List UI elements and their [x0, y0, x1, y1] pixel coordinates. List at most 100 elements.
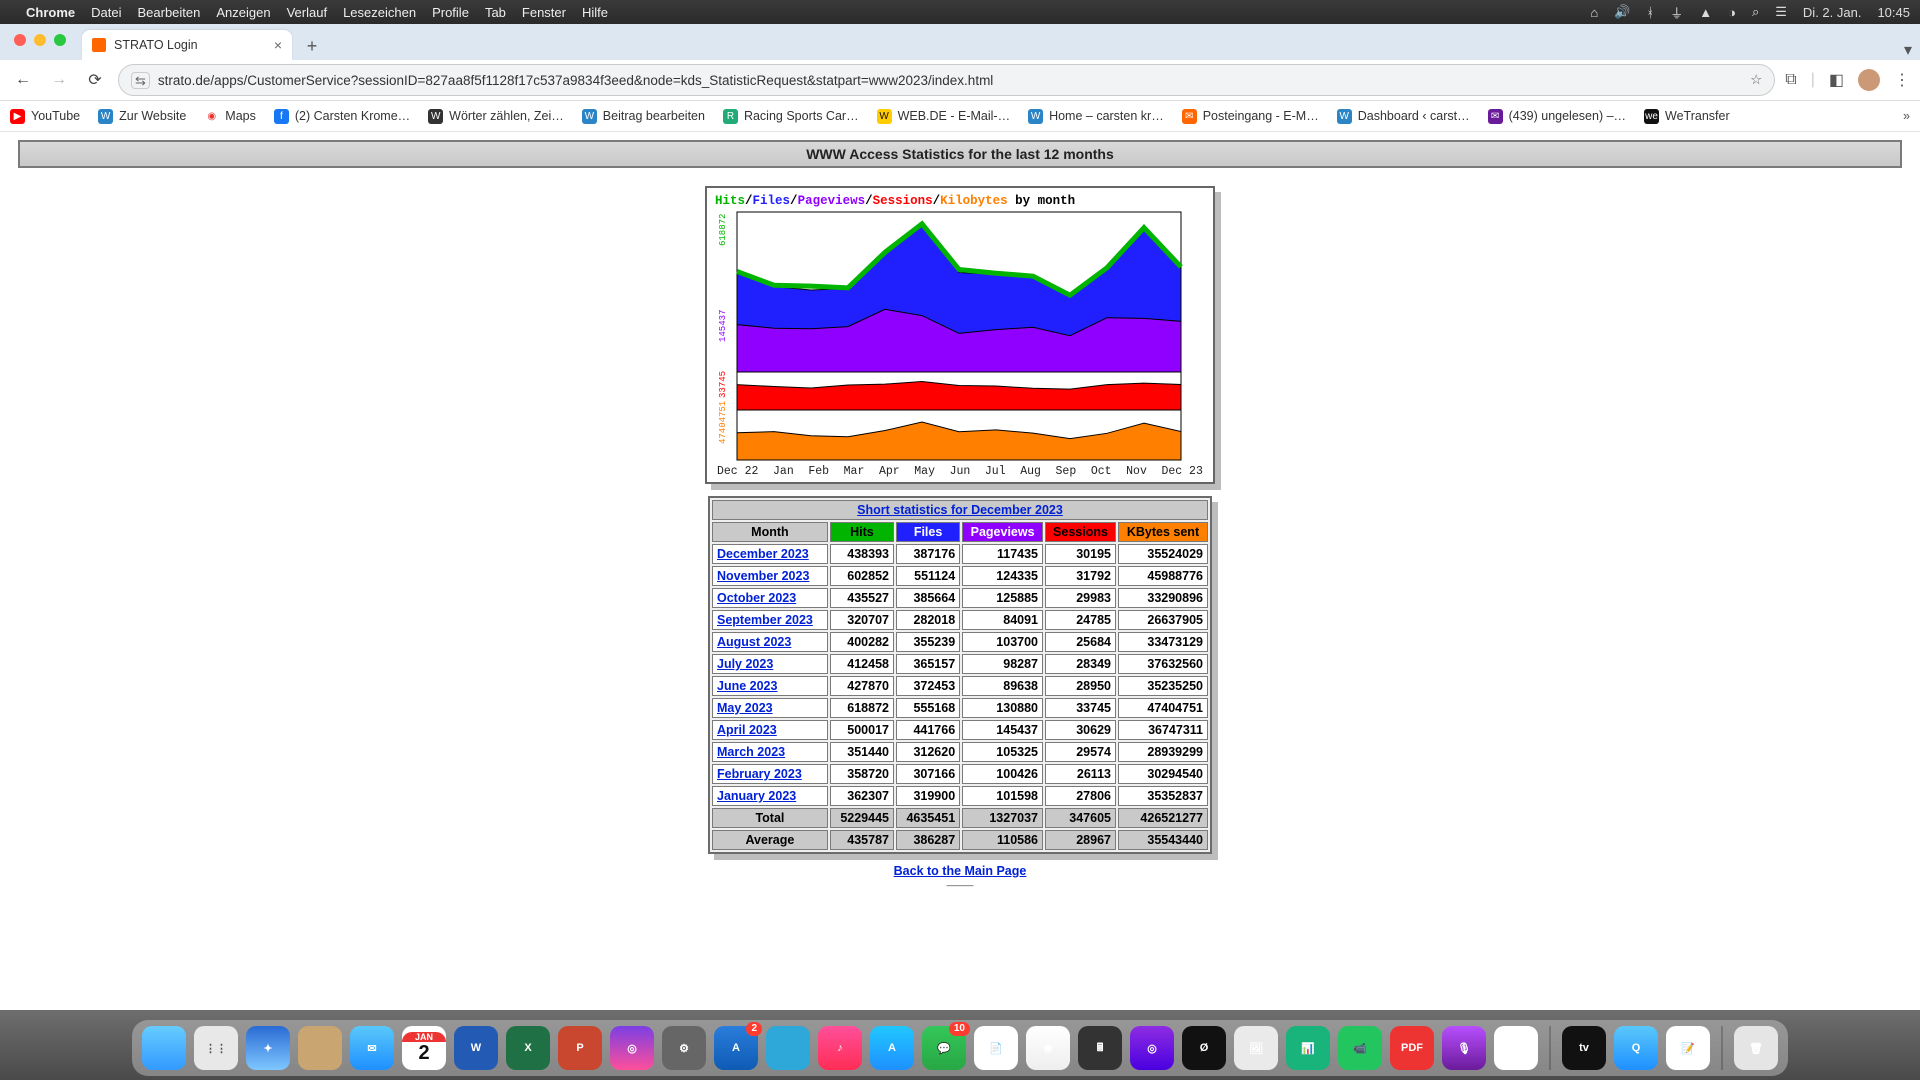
month-link[interactable]: October 2023: [717, 591, 796, 605]
bookmark-racing[interactable]: RRacing Sports Car…: [723, 109, 859, 124]
month-link[interactable]: December 2023: [717, 547, 809, 561]
page-viewport[interactable]: WWW Access Statistics for the last 12 mo…: [0, 132, 1920, 1040]
dock-pages-icon[interactable]: 📄: [974, 1026, 1018, 1070]
bookmark-facebook[interactable]: f(2) Carsten Krome…: [274, 109, 410, 124]
dock-powerpoint-icon[interactable]: P: [558, 1026, 602, 1070]
dock-photos-icon[interactable]: ❀: [1026, 1026, 1070, 1070]
tab-close-button[interactable]: ×: [274, 37, 282, 53]
tabstrip-dropdown-icon[interactable]: ▾: [1904, 40, 1912, 60]
bookmark-dashboard[interactable]: WDashboard ‹ carst…: [1337, 109, 1470, 124]
menu-help[interactable]: Hilfe: [582, 5, 608, 20]
status-control-center-icon[interactable]: ☰: [1775, 4, 1787, 20]
status-bluetooth-icon[interactable]: ᚼ: [1646, 5, 1654, 20]
window-minimize-button[interactable]: [34, 34, 46, 46]
menu-file[interactable]: Datei: [91, 5, 121, 20]
browser-tab[interactable]: STRATO Login ×: [82, 30, 292, 60]
status-airplay-icon[interactable]: ⌂: [1590, 5, 1598, 20]
status-time[interactable]: 10:45: [1877, 5, 1910, 20]
status-spotlight-icon[interactable]: ⌕: [1752, 4, 1759, 20]
sidepanel-icon[interactable]: ◧: [1829, 70, 1844, 90]
bookmarks-overflow-icon[interactable]: »: [1903, 109, 1910, 123]
back-to-main-link[interactable]: Back to the Main Page: [894, 864, 1027, 878]
app-name[interactable]: Chrome: [26, 5, 75, 20]
month-link[interactable]: January 2023: [717, 789, 796, 803]
menu-profiles[interactable]: Profile: [432, 5, 469, 20]
menu-tab[interactable]: Tab: [485, 5, 506, 20]
status-volume-icon[interactable]: 🔊: [1614, 4, 1630, 20]
menu-window[interactable]: Fenster: [522, 5, 566, 20]
dock-quicktime-icon[interactable]: Q: [1614, 1026, 1658, 1070]
nav-back-button[interactable]: ←: [10, 67, 36, 93]
month-link[interactable]: April 2023: [717, 723, 777, 737]
dock-app-purple-icon[interactable]: ◎: [1130, 1026, 1174, 1070]
bookmark-zurwebsite[interactable]: WZur Website: [98, 109, 186, 124]
bookmark-home[interactable]: WHome – carsten kr…: [1028, 109, 1164, 124]
dock-settings-icon[interactable]: ⚙: [662, 1026, 706, 1070]
dock-music-icon[interactable]: ♪: [818, 1026, 862, 1070]
dock-podcasts-icon[interactable]: 🎙: [1442, 1026, 1486, 1070]
menu-bookmarks[interactable]: Lesezeichen: [343, 5, 416, 20]
dock-word-icon[interactable]: W: [454, 1026, 498, 1070]
menu-history[interactable]: Verlauf: [287, 5, 327, 20]
chrome-menu-icon[interactable]: ⋮: [1894, 70, 1910, 90]
month-link[interactable]: November 2023: [717, 569, 809, 583]
month-link[interactable]: June 2023: [717, 679, 777, 693]
dock-excel-icon[interactable]: X: [506, 1026, 550, 1070]
window-zoom-button[interactable]: [54, 34, 66, 46]
dock-preview-icon[interactable]: 🖼: [1234, 1026, 1278, 1070]
bookmark-ungelesen[interactable]: ✉(439) ungelesen) –…: [1488, 109, 1626, 124]
dock-finder-icon[interactable]: [142, 1026, 186, 1070]
bookmark-wetransfer[interactable]: weWeTransfer: [1644, 109, 1730, 124]
status-wifi-icon[interactable]: ⏚: [1670, 3, 1683, 22]
dock-appletv-icon[interactable]: tv: [1562, 1026, 1606, 1070]
site-settings-icon[interactable]: ⇆: [131, 72, 150, 89]
dock-textedit-icon[interactable]: 📝: [1666, 1026, 1710, 1070]
bookmark-woerter[interactable]: WWörter zählen, Zei…: [428, 109, 564, 124]
nav-forward-button[interactable]: →: [46, 67, 72, 93]
month-link[interactable]: May 2023: [717, 701, 773, 715]
window-close-button[interactable]: [14, 34, 26, 46]
col-files: Files: [896, 522, 960, 542]
dock-siri-icon[interactable]: ◎: [610, 1026, 654, 1070]
dock-chrome-icon[interactable]: ◉: [1494, 1026, 1538, 1070]
bookmark-youtube[interactable]: ▶YouTube: [10, 109, 80, 124]
table-row: September 202332070728201884091247852663…: [712, 610, 1208, 630]
profile-avatar[interactable]: [1858, 69, 1880, 91]
bookmark-maps[interactable]: ◉Maps: [204, 109, 256, 124]
x-tick: Jul: [985, 465, 1006, 478]
month-link[interactable]: February 2023: [717, 767, 802, 781]
status-battery-icon[interactable]: ▲: [1699, 5, 1712, 20]
new-tab-button[interactable]: +: [298, 32, 326, 60]
dock-calendar-icon[interactable]: JAN2: [402, 1026, 446, 1070]
table-title-link[interactable]: Short statistics for December 2023: [857, 503, 1063, 517]
bookmark-webde[interactable]: WWEB.DE - E-Mail-…: [877, 109, 1011, 124]
dock-appstore2-icon[interactable]: A: [870, 1026, 914, 1070]
month-link[interactable]: July 2023: [717, 657, 773, 671]
month-link[interactable]: August 2023: [717, 635, 791, 649]
dock-calculator-icon[interactable]: 🖩: [1078, 1026, 1122, 1070]
dock-launchpad-icon[interactable]: ⋮⋮: [194, 1026, 238, 1070]
dock-safari-icon[interactable]: ✦: [246, 1026, 290, 1070]
extensions-icon[interactable]: ⧉: [1785, 71, 1796, 89]
month-link[interactable]: September 2023: [717, 613, 813, 627]
nav-reload-button[interactable]: ⟳: [82, 67, 108, 93]
dock-pdf-icon[interactable]: PDF: [1390, 1026, 1434, 1070]
bookmark-star-icon[interactable]: ☆: [1750, 72, 1762, 88]
dock-app-dark-icon[interactable]: Ø: [1182, 1026, 1226, 1070]
bookmark-beitrag[interactable]: WBeitrag bearbeiten: [582, 109, 705, 124]
dock-contacts-icon[interactable]: [298, 1026, 342, 1070]
menu-view[interactable]: Anzeigen: [216, 5, 270, 20]
menu-edit[interactable]: Bearbeiten: [137, 5, 200, 20]
url-bar[interactable]: ⇆ strato.de/apps/CustomerService?session…: [118, 64, 1775, 96]
bookmark-posteingang[interactable]: ✉Posteingang - E-M…: [1182, 109, 1319, 124]
dock-mail-icon[interactable]: ✉: [350, 1026, 394, 1070]
dock-facetime-icon[interactable]: 📹: [1338, 1026, 1382, 1070]
dock-messages-icon[interactable]: 💬: [922, 1026, 966, 1070]
status-date[interactable]: Di. 2. Jan.: [1803, 5, 1862, 20]
status-dnd-icon[interactable]: ◑: [1728, 5, 1736, 20]
month-link[interactable]: March 2023: [717, 745, 785, 759]
dock-app-icon[interactable]: [766, 1026, 810, 1070]
dock-appstore-icon[interactable]: A: [714, 1026, 758, 1070]
dock-numbers-icon[interactable]: 📊: [1286, 1026, 1330, 1070]
dock-trash-icon[interactable]: 🗑: [1734, 1026, 1778, 1070]
